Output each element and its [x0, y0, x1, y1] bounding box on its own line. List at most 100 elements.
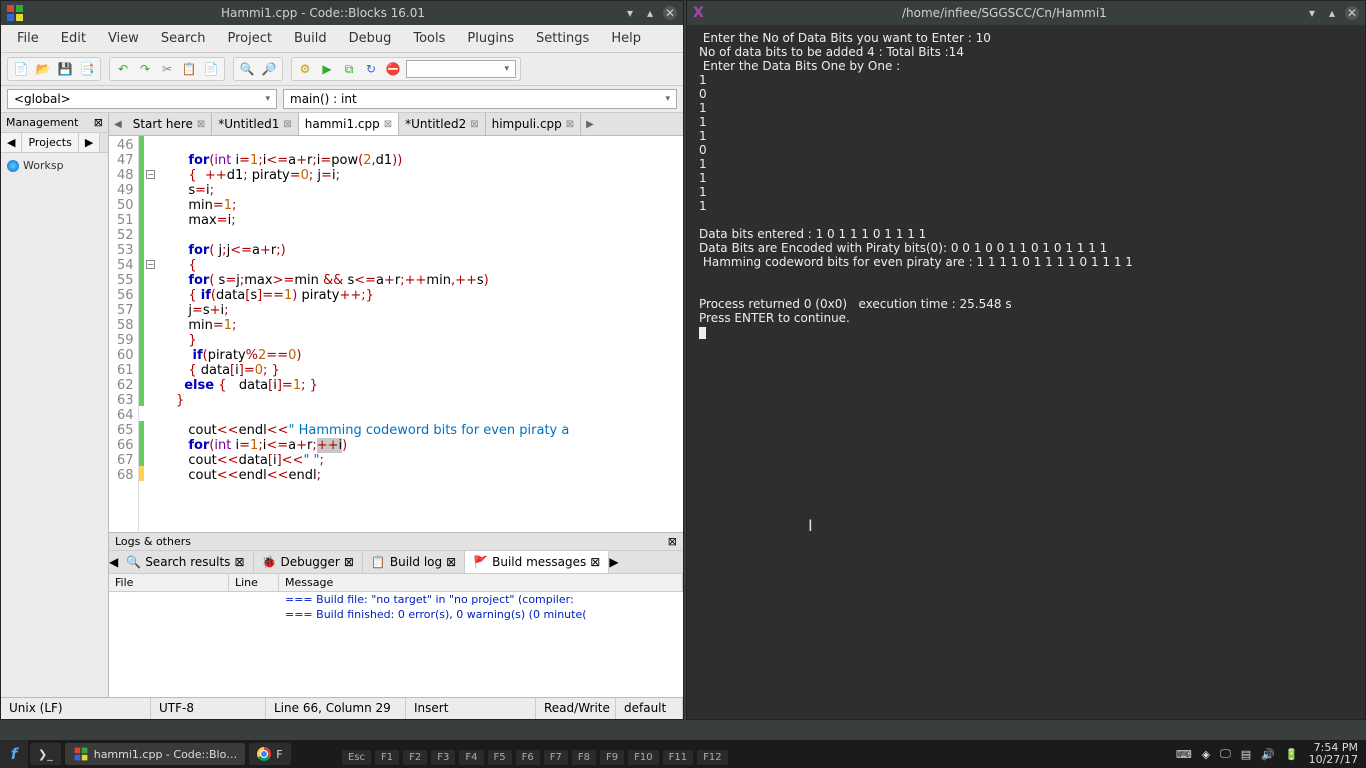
key-f7[interactable]: F7	[544, 750, 568, 765]
tab-close-icon[interactable]: ⊠	[590, 555, 600, 569]
menu-debug[interactable]: Debug	[339, 28, 402, 49]
find-icon[interactable]: 🔍	[238, 60, 256, 78]
logs-next-icon[interactable]: ▶	[609, 555, 618, 569]
tab-close-icon[interactable]: ⊠	[384, 119, 392, 130]
tab-close-icon[interactable]: ⊠	[566, 119, 574, 130]
save-all-icon[interactable]: 📑	[78, 60, 96, 78]
target-combo[interactable]: ▾	[406, 60, 516, 78]
replace-icon[interactable]: 🔎	[260, 60, 278, 78]
taskbar-codeblocks[interactable]: hammi1.cpp - Code::Blo…	[65, 743, 246, 765]
log-row[interactable]: === Build file: "no target" in "no proje…	[109, 592, 683, 607]
battery-icon[interactable]: 🔋	[1285, 748, 1299, 761]
maximize-icon[interactable]: ▴	[1325, 6, 1339, 20]
undo-icon[interactable]: ↶	[114, 60, 132, 78]
col-file[interactable]: File	[109, 574, 229, 591]
taskbar-chrome[interactable]: F	[249, 743, 290, 765]
open-icon[interactable]: 📂	[34, 60, 52, 78]
tab-close-icon[interactable]: ⊠	[446, 555, 456, 569]
mgmt-next-icon[interactable]: ▶	[79, 133, 100, 152]
logtab-buildlog[interactable]: 📋Build log⊠	[363, 551, 465, 573]
col-line[interactable]: Line	[229, 574, 279, 591]
build-run-icon[interactable]: ⧉	[340, 60, 358, 78]
rebuild-icon[interactable]: ↻	[362, 60, 380, 78]
menu-file[interactable]: File	[7, 28, 49, 49]
workspace-item[interactable]: Worksp	[7, 159, 102, 172]
terminal-body[interactable]: Enter the No of Data Bits you want to En…	[687, 25, 1365, 719]
fold-column[interactable]: −−	[144, 136, 158, 532]
minimize-icon[interactable]: ▾	[623, 6, 637, 20]
code-view[interactable]: 4647484950515253545556575859606162636465…	[109, 136, 683, 532]
maximize-icon[interactable]: ▴	[643, 6, 657, 20]
key-f1[interactable]: F1	[375, 750, 399, 765]
menu-help[interactable]: Help	[601, 28, 651, 49]
menu-edit[interactable]: Edit	[51, 28, 96, 49]
abort-icon[interactable]: ⛔	[384, 60, 402, 78]
activities-button[interactable]: f	[0, 740, 28, 768]
tab-untitled1[interactable]: *Untitled1⊠	[212, 113, 299, 135]
code-content[interactable]: for(int i=1;i<=a+r;i=pow(2,d1)) { ++d1; …	[158, 136, 683, 532]
tab-untitled2[interactable]: *Untitled2⊠	[399, 113, 486, 135]
volume-icon[interactable]: 🔊	[1261, 748, 1275, 761]
tabs-next-icon[interactable]: ▶	[581, 117, 599, 132]
function-combo[interactable]: main() : int▾	[283, 89, 677, 109]
taskbar-terminal[interactable]: ❯_	[30, 743, 61, 765]
menu-view[interactable]: View	[98, 28, 149, 49]
key-f8[interactable]: F8	[572, 750, 596, 765]
tab-close-icon[interactable]: ⊠	[283, 119, 291, 130]
menu-tools[interactable]: Tools	[403, 28, 455, 49]
redo-icon[interactable]: ↷	[136, 60, 154, 78]
key-f5[interactable]: F5	[488, 750, 512, 765]
display-icon[interactable]: 🖵	[1220, 747, 1231, 761]
logs-close-icon[interactable]: ⊠	[668, 535, 677, 548]
key-f9[interactable]: F9	[600, 750, 624, 765]
menu-build[interactable]: Build	[284, 28, 337, 49]
copy-icon[interactable]: 📋	[180, 60, 198, 78]
mgmt-close-icon[interactable]: ⊠	[94, 116, 103, 129]
tabs-prev-icon[interactable]: ◀	[109, 117, 127, 132]
paste-icon[interactable]: 📄	[202, 60, 220, 78]
log-row[interactable]: === Build finished: 0 error(s), 0 warnin…	[109, 607, 683, 622]
key-f2[interactable]: F2	[403, 750, 427, 765]
mgmt-tab-projects[interactable]: Projects	[22, 133, 78, 152]
menu-search[interactable]: Search	[151, 28, 216, 49]
tab-close-icon[interactable]: ⊠	[470, 119, 478, 130]
term-titlebar[interactable]: X /home/infiee/SGGSCC/Cn/Hammi1 ▾ ▴ ✕	[687, 1, 1365, 25]
dropbox-icon[interactable]: ◈	[1202, 748, 1210, 761]
tab-start-here[interactable]: Start here⊠	[127, 113, 213, 135]
save-icon[interactable]: 💾	[56, 60, 74, 78]
cb-titlebar[interactable]: Hammi1.cpp - Code::Blocks 16.01 ▾ ▴ ✕	[1, 1, 683, 25]
menu-plugins[interactable]: Plugins	[457, 28, 524, 49]
scope-combo[interactable]: <global>▾	[7, 89, 277, 109]
build-icon[interactable]: ⚙	[296, 60, 314, 78]
menu-settings[interactable]: Settings	[526, 28, 599, 49]
key-f3[interactable]: F3	[431, 750, 455, 765]
tab-close-icon[interactable]: ⊠	[197, 119, 205, 130]
menu-project[interactable]: Project	[217, 28, 281, 49]
logtab-buildmsg[interactable]: 🚩Build messages⊠	[465, 551, 609, 573]
tab-close-icon[interactable]: ⊠	[344, 555, 354, 569]
workspace-label: Worksp	[23, 159, 64, 172]
clock[interactable]: 7:54 PM 10/27/17	[1309, 742, 1358, 766]
col-message[interactable]: Message	[279, 574, 683, 591]
key-f6[interactable]: F6	[516, 750, 540, 765]
tab-close-icon[interactable]: ⊠	[234, 555, 244, 569]
tab-himpuli[interactable]: himpuli.cpp⊠	[486, 113, 582, 135]
key-f4[interactable]: F4	[459, 750, 483, 765]
keyboard-icon[interactable]: ⌨	[1176, 748, 1192, 761]
minimize-icon[interactable]: ▾	[1305, 6, 1319, 20]
key-f10[interactable]: F10	[628, 750, 658, 765]
close-icon[interactable]: ✕	[1345, 6, 1359, 20]
key-f12[interactable]: F12	[697, 750, 727, 765]
key-f11[interactable]: F11	[663, 750, 693, 765]
close-icon[interactable]: ✕	[663, 6, 677, 20]
logtab-debugger[interactable]: 🐞Debugger⊠	[254, 551, 363, 573]
run-icon[interactable]: ▶	[318, 60, 336, 78]
mgmt-prev-icon[interactable]: ◀	[1, 133, 22, 152]
network-icon[interactable]: ▤	[1241, 748, 1251, 761]
new-file-icon[interactable]: 📄	[12, 60, 30, 78]
logtab-search[interactable]: 🔍Search results⊠	[118, 551, 253, 573]
tab-hammi1[interactable]: hammi1.cpp⊠	[299, 113, 399, 135]
logs-prev-icon[interactable]: ◀	[109, 555, 118, 569]
cut-icon[interactable]: ✂	[158, 60, 176, 78]
key-esc[interactable]: Esc	[342, 750, 371, 765]
